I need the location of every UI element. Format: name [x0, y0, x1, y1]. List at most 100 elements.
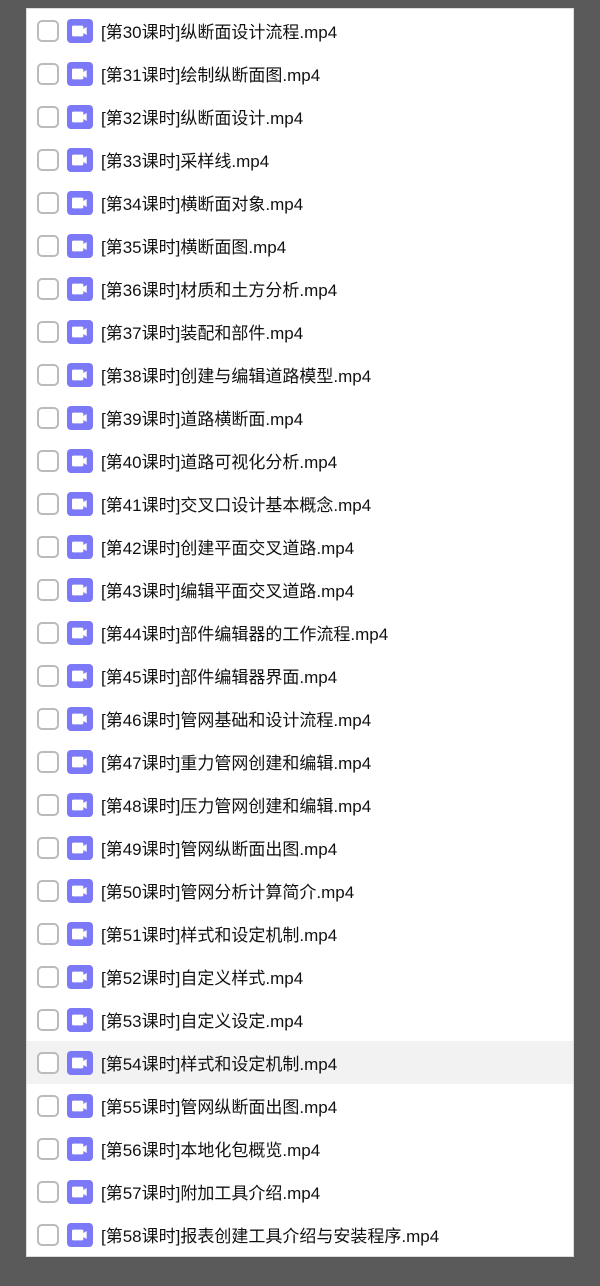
file-row[interactable]: [第44课时]部件编辑器的工作流程.mp4	[27, 611, 573, 654]
video-file-icon	[67, 879, 93, 903]
file-row[interactable]: [第49课时]管网纵断面出图.mp4	[27, 826, 573, 869]
file-name-label[interactable]: [第33课时]采样线.mp4	[101, 147, 269, 172]
file-row[interactable]: [第34课时]横断面对象.mp4	[27, 181, 573, 224]
file-name-label[interactable]: [第42课时]创建平面交叉道路.mp4	[101, 534, 354, 559]
video-file-icon	[67, 492, 93, 516]
file-name-label[interactable]: [第37课时]装配和部件.mp4	[101, 319, 303, 344]
file-checkbox[interactable]	[37, 579, 59, 601]
file-row[interactable]: [第58课时]报表创建工具介绍与安装程序.mp4	[27, 1213, 573, 1256]
file-row[interactable]: [第30课时]纵断面设计流程.mp4	[27, 9, 573, 52]
file-row[interactable]: [第45课时]部件编辑器界面.mp4	[27, 654, 573, 697]
file-name-label[interactable]: [第46课时]管网基础和设计流程.mp4	[101, 706, 371, 731]
file-row[interactable]: [第50课时]管网分析计算简介.mp4	[27, 869, 573, 912]
file-checkbox[interactable]	[37, 149, 59, 171]
file-name-label[interactable]: [第45课时]部件编辑器界面.mp4	[101, 663, 337, 688]
file-name-label[interactable]: [第36课时]材质和土方分析.mp4	[101, 276, 337, 301]
file-checkbox[interactable]	[37, 966, 59, 988]
file-name-label[interactable]: [第35课时]横断面图.mp4	[101, 233, 286, 258]
video-file-icon	[67, 19, 93, 43]
video-file-icon	[67, 148, 93, 172]
file-name-label[interactable]: [第39课时]道路横断面.mp4	[101, 405, 303, 430]
file-row[interactable]: [第39课时]道路横断面.mp4	[27, 396, 573, 439]
file-row[interactable]: [第51课时]样式和设定机制.mp4	[27, 912, 573, 955]
video-file-icon	[67, 1094, 93, 1118]
file-row[interactable]: [第46课时]管网基础和设计流程.mp4	[27, 697, 573, 740]
file-checkbox[interactable]	[37, 708, 59, 730]
file-name-label[interactable]: [第56课时]本地化包概览.mp4	[101, 1136, 320, 1161]
file-checkbox[interactable]	[37, 837, 59, 859]
file-checkbox[interactable]	[37, 20, 59, 42]
video-file-icon	[67, 191, 93, 215]
file-name-label[interactable]: [第34课时]横断面对象.mp4	[101, 190, 303, 215]
file-checkbox[interactable]	[37, 278, 59, 300]
file-checkbox[interactable]	[37, 1224, 59, 1246]
video-file-icon	[67, 406, 93, 430]
video-file-icon	[67, 449, 93, 473]
file-row[interactable]: [第43课时]编辑平面交叉道路.mp4	[27, 568, 573, 611]
file-row[interactable]: [第35课时]横断面图.mp4	[27, 224, 573, 267]
file-checkbox[interactable]	[37, 364, 59, 386]
file-checkbox[interactable]	[37, 880, 59, 902]
file-row[interactable]: [第55课时]管网纵断面出图.mp4	[27, 1084, 573, 1127]
file-row[interactable]: [第53课时]自定义设定.mp4	[27, 998, 573, 1041]
file-name-label[interactable]: [第48课时]压力管网创建和编辑.mp4	[101, 792, 371, 817]
file-checkbox[interactable]	[37, 1181, 59, 1203]
file-checkbox[interactable]	[37, 923, 59, 945]
file-name-label[interactable]: [第32课时]纵断面设计.mp4	[101, 104, 303, 129]
video-file-icon	[67, 578, 93, 602]
video-file-icon	[67, 1137, 93, 1161]
file-name-label[interactable]: [第50课时]管网分析计算简介.mp4	[101, 878, 354, 903]
file-row[interactable]: [第36课时]材质和土方分析.mp4	[27, 267, 573, 310]
file-row[interactable]: [第54课时]样式和设定机制.mp4	[27, 1041, 573, 1084]
file-name-label[interactable]: [第40课时]道路可视化分析.mp4	[101, 448, 337, 473]
file-name-label[interactable]: [第54课时]样式和设定机制.mp4	[101, 1050, 337, 1075]
file-row[interactable]: [第48课时]压力管网创建和编辑.mp4	[27, 783, 573, 826]
file-name-label[interactable]: [第31课时]绘制纵断面图.mp4	[101, 61, 320, 86]
file-row[interactable]: [第42课时]创建平面交叉道路.mp4	[27, 525, 573, 568]
file-checkbox[interactable]	[37, 63, 59, 85]
file-checkbox[interactable]	[37, 1095, 59, 1117]
file-checkbox[interactable]	[37, 665, 59, 687]
file-name-label[interactable]: [第58课时]报表创建工具介绍与安装程序.mp4	[101, 1222, 439, 1247]
video-file-icon	[67, 1223, 93, 1247]
file-row[interactable]: [第47课时]重力管网创建和编辑.mp4	[27, 740, 573, 783]
file-row[interactable]: [第37课时]装配和部件.mp4	[27, 310, 573, 353]
file-checkbox[interactable]	[37, 192, 59, 214]
file-name-label[interactable]: [第53课时]自定义设定.mp4	[101, 1007, 303, 1032]
file-checkbox[interactable]	[37, 450, 59, 472]
file-name-label[interactable]: [第30课时]纵断面设计流程.mp4	[101, 18, 337, 43]
file-checkbox[interactable]	[37, 536, 59, 558]
file-row[interactable]: [第56课时]本地化包概览.mp4	[27, 1127, 573, 1170]
file-row[interactable]: [第31课时]绘制纵断面图.mp4	[27, 52, 573, 95]
file-row[interactable]: [第38课时]创建与编辑道路模型.mp4	[27, 353, 573, 396]
file-name-label[interactable]: [第57课时]附加工具介绍.mp4	[101, 1179, 320, 1204]
file-checkbox[interactable]	[37, 407, 59, 429]
file-checkbox[interactable]	[37, 1138, 59, 1160]
video-file-icon	[67, 1051, 93, 1075]
file-name-label[interactable]: [第52课时]自定义样式.mp4	[101, 964, 303, 989]
file-name-label[interactable]: [第43课时]编辑平面交叉道路.mp4	[101, 577, 354, 602]
file-name-label[interactable]: [第41课时]交叉口设计基本概念.mp4	[101, 491, 371, 516]
file-row[interactable]: [第52课时]自定义样式.mp4	[27, 955, 573, 998]
file-name-label[interactable]: [第38课时]创建与编辑道路模型.mp4	[101, 362, 371, 387]
file-name-label[interactable]: [第49课时]管网纵断面出图.mp4	[101, 835, 337, 860]
file-checkbox[interactable]	[37, 751, 59, 773]
file-checkbox[interactable]	[37, 235, 59, 257]
file-checkbox[interactable]	[37, 1052, 59, 1074]
file-name-label[interactable]: [第51课时]样式和设定机制.mp4	[101, 921, 337, 946]
file-row[interactable]: [第41课时]交叉口设计基本概念.mp4	[27, 482, 573, 525]
file-row[interactable]: [第40课时]道路可视化分析.mp4	[27, 439, 573, 482]
file-row[interactable]: [第32课时]纵断面设计.mp4	[27, 95, 573, 138]
file-name-label[interactable]: [第47课时]重力管网创建和编辑.mp4	[101, 749, 371, 774]
file-checkbox[interactable]	[37, 493, 59, 515]
file-checkbox[interactable]	[37, 106, 59, 128]
file-name-label[interactable]: [第44课时]部件编辑器的工作流程.mp4	[101, 620, 388, 645]
file-checkbox[interactable]	[37, 622, 59, 644]
file-checkbox[interactable]	[37, 321, 59, 343]
video-file-icon	[67, 965, 93, 989]
file-checkbox[interactable]	[37, 1009, 59, 1031]
file-name-label[interactable]: [第55课时]管网纵断面出图.mp4	[101, 1093, 337, 1118]
file-checkbox[interactable]	[37, 794, 59, 816]
file-row[interactable]: [第33课时]采样线.mp4	[27, 138, 573, 181]
file-row[interactable]: [第57课时]附加工具介绍.mp4	[27, 1170, 573, 1213]
